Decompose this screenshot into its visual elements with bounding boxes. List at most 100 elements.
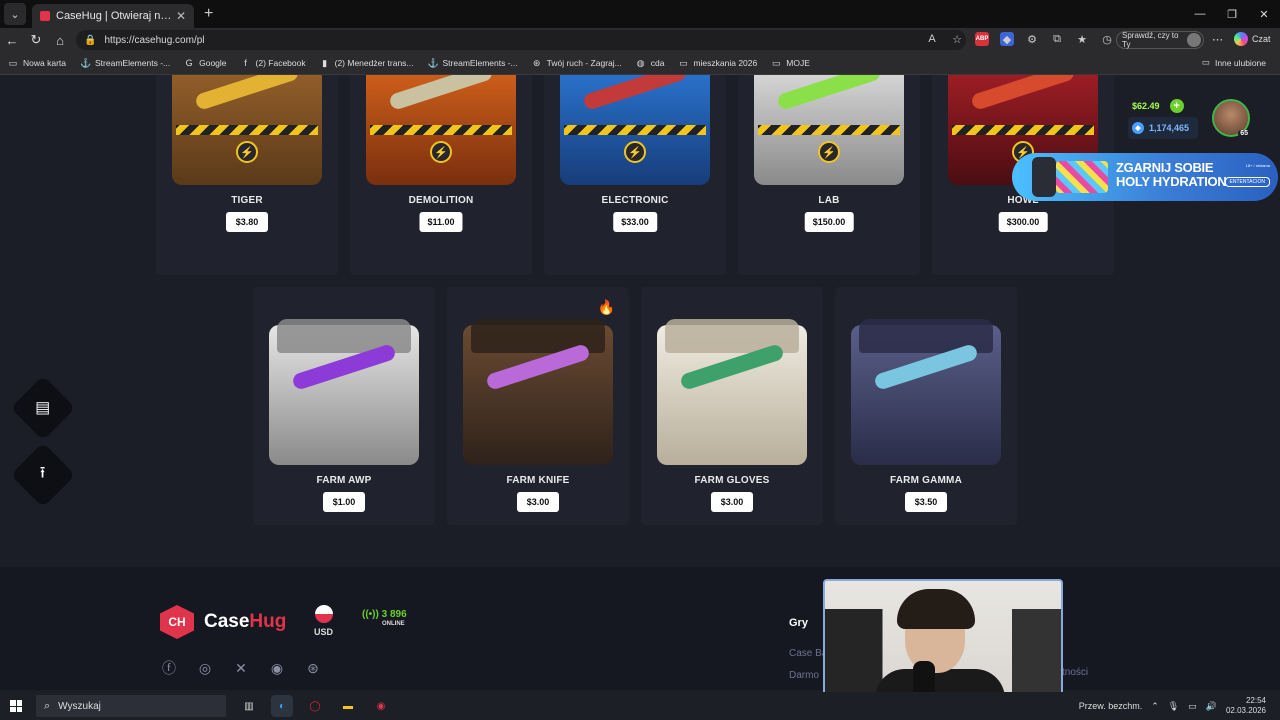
scroll-top-button[interactable]: ⭱ — [10, 442, 76, 508]
footer-link-free[interactable]: Darmo — [789, 670, 819, 681]
footer-link-case-battles[interactable]: Case Ba — [789, 648, 827, 659]
case-item-image — [388, 75, 494, 111]
network-icon[interactable]: ▭ — [1188, 701, 1197, 712]
case-price-button[interactable]: $1.00 — [323, 492, 365, 512]
case-name: FARM GAMMA — [890, 475, 962, 486]
case-price-button[interactable]: $300.00 — [998, 212, 1048, 232]
poland-flag-icon — [314, 605, 333, 623]
extensions-icon[interactable]: ⚙ — [1025, 32, 1039, 46]
case-item-image — [970, 75, 1076, 111]
copilot-button[interactable]: Czat — [1234, 32, 1271, 46]
bookmark-item[interactable]: ▭ MOJE — [771, 58, 810, 68]
taskbar-search[interactable]: ⌕ Wyszukaj — [36, 695, 226, 717]
case-image — [851, 319, 1001, 465]
browser-tab-casehug[interactable]: CaseHug | Otwieraj najlepsze skrzy ✕ — [32, 4, 194, 28]
clock[interactable]: 22:54 02.03.2026 — [1226, 696, 1266, 716]
case-card[interactable]: ⚡ TIGER $3.80 — [156, 75, 338, 275]
instagram-icon[interactable]: ◎ — [196, 659, 214, 677]
footer-games-heading: Gry — [789, 617, 808, 629]
windows-start-icon[interactable] — [10, 700, 22, 712]
ad-banner[interactable]: ZGARNIJ SOBIE HOLY HYDRATION 18+ / rekla… — [1012, 153, 1278, 201]
steam-icon: ⊛ — [532, 58, 541, 68]
profile-avatar — [1187, 33, 1201, 47]
address-toolbar: ← ↻ ⌂ 🔒 https://casehug.com/pl A ☆ ABP ◆… — [0, 28, 1280, 52]
new-tab-icon[interactable]: + — [204, 5, 213, 23]
case-price-button[interactable]: $150.00 — [804, 212, 854, 232]
discord-icon[interactable]: ◉ — [268, 659, 286, 677]
microphone-icon[interactable]: 🎙 — [1168, 701, 1179, 712]
case-name: TIGER — [231, 195, 263, 206]
split-screen-icon[interactable]: ⧉ — [1050, 32, 1064, 46]
case-price-button[interactable]: $3.50 — [905, 492, 947, 512]
profile-button[interactable]: Sprawdź, czy to Ty — [1116, 31, 1204, 49]
case-image: ⚡ — [172, 75, 322, 185]
close-window-icon[interactable]: ✕ — [1248, 0, 1280, 28]
bookmark-item[interactable]: f (2) Facebook — [241, 58, 305, 68]
facebook-icon[interactable]: ⓕ — [160, 659, 178, 677]
bookmark-item[interactable]: ⚓ StreamElements -... — [80, 58, 170, 68]
refresh-icon[interactable]: ↻ — [24, 32, 48, 48]
restore-icon[interactable]: ❐ — [1216, 0, 1248, 28]
weather-label[interactable]: Przew. bezchm. — [1079, 701, 1143, 711]
home-icon[interactable]: ⌂ — [48, 33, 72, 48]
currency-selector[interactable]: USD — [314, 605, 333, 637]
bookmark-item[interactable]: ⊛ Twój ruch - Zagraj... — [532, 58, 622, 68]
bookmark-item[interactable]: ◍ cda — [636, 58, 665, 68]
casehug-logo[interactable]: CH CaseHug — [160, 605, 286, 639]
history-icon[interactable]: ◷ — [1100, 32, 1114, 46]
streamer-hair-image — [897, 589, 975, 629]
case-card[interactable]: 🔥 FARM KNIFE $3.00 — [447, 287, 629, 525]
case-card[interactable]: ⚡ DEMOLITION $11.00 — [350, 75, 532, 275]
case-card[interactable]: ⚡ LAB $150.00 — [738, 75, 920, 275]
coins-balance[interactable]: ◆ 1,174,465 — [1128, 117, 1198, 139]
file-explorer-icon[interactable]: ▬ — [337, 695, 359, 717]
lock-icon: 🔒 — [84, 34, 97, 46]
tray-expand-icon[interactable]: ⌃ — [1151, 701, 1159, 712]
ad-sponsor-pill: ENTENTACION — [1224, 177, 1270, 187]
tab-actions-menu-icon[interactable]: ⌄ — [4, 3, 26, 25]
online-count: 3 896 — [381, 609, 407, 620]
case-card[interactable]: FARM GLOVES $3.00 — [641, 287, 823, 525]
url-field[interactable]: 🔒 https://casehug.com/pl — [76, 30, 966, 50]
bookmark-item[interactable]: ⚓ StreamElements -... — [428, 58, 518, 68]
hazard-stripe — [564, 125, 706, 135]
coin-icon: ◆ — [1132, 122, 1144, 134]
steam-icon[interactable]: ⊛ — [304, 659, 322, 677]
case-price-button[interactable]: $3.80 — [226, 212, 268, 232]
volume-icon[interactable]: 🔊 — [1206, 701, 1217, 712]
minimize-icon[interactable]: — — [1184, 0, 1216, 28]
favorite-star-icon[interactable]: ☆ — [950, 32, 964, 46]
bookmark-item[interactable]: ▭ mieszkania 2026 — [678, 58, 757, 68]
case-card[interactable]: ⚡ ELECTRONIC $33.00 — [544, 75, 726, 275]
case-price-button[interactable]: $3.00 — [711, 492, 753, 512]
opera-icon[interactable]: ◯ — [304, 695, 326, 717]
read-aloud-icon[interactable]: A — [925, 32, 939, 46]
case-price-button[interactable]: $3.00 — [517, 492, 559, 512]
task-view-icon[interactable]: ▥ — [238, 695, 260, 717]
back-icon[interactable]: ← — [0, 33, 24, 48]
bookmark-label: MOJE — [786, 58, 810, 68]
bookmark-item[interactable]: ▮ (2) Menedżer trans... — [320, 58, 413, 68]
case-card[interactable]: FARM AWP $1.00 — [253, 287, 435, 525]
chat-button[interactable]: ▤ — [10, 375, 76, 441]
edge-browser-icon[interactable]: ◐ — [271, 695, 293, 717]
add-funds-icon[interactable]: + — [1169, 99, 1184, 113]
obs-icon[interactable]: ◉ — [370, 695, 392, 717]
adblock-icon[interactable]: ABP — [975, 32, 989, 46]
footer-link-partial[interactable]: tności — [1062, 667, 1088, 678]
bookmark-item[interactable]: G Google — [184, 58, 227, 68]
case-price-button[interactable]: $11.00 — [419, 212, 463, 232]
case-price-button[interactable]: $33.00 — [613, 212, 657, 232]
case-item-image — [194, 75, 300, 111]
user-avatar[interactable]: 65 — [1212, 99, 1250, 137]
balance[interactable]: $62.49 + — [1128, 95, 1188, 117]
other-favorites[interactable]: ▭ Inne ulubione — [1202, 57, 1266, 68]
case-card[interactable]: FARM GAMMA $3.50 — [835, 287, 1017, 525]
bookmark-item[interactable]: ▭ Nowa karta — [8, 58, 66, 68]
x-twitter-icon[interactable]: ✕ — [232, 659, 250, 677]
favorites-icon[interactable]: ★ — [1075, 32, 1089, 46]
close-tab-icon[interactable]: ✕ — [176, 9, 186, 23]
more-menu-icon[interactable]: ⋯ — [1212, 33, 1223, 46]
casehug-favicon-icon — [40, 11, 50, 21]
shield-extension-icon[interactable]: ◆ — [1000, 32, 1014, 46]
